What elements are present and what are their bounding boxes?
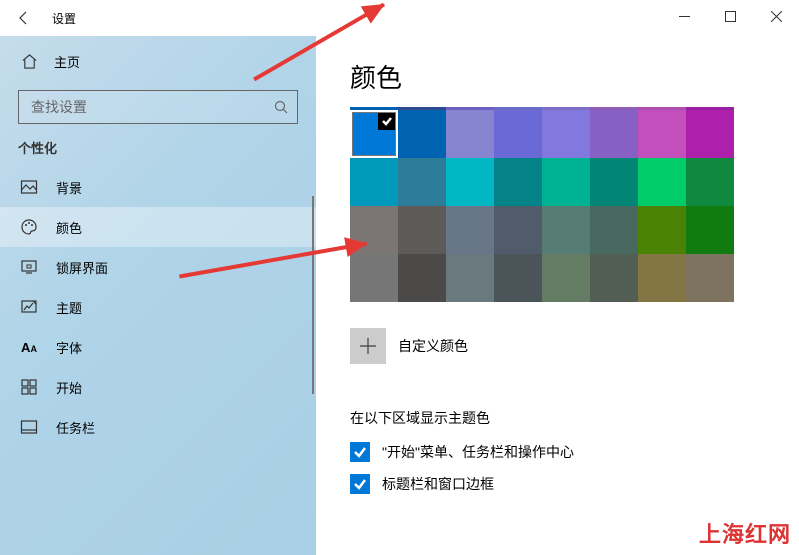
content-area: 颜色 自定义颜色 在以下区域显示主题色 "开始"菜单、任务栏和操作中心标题栏和窗…	[316, 36, 799, 555]
picture-icon	[20, 178, 38, 196]
color-swatch[interactable]	[542, 206, 590, 254]
color-swatch[interactable]	[494, 254, 542, 302]
palette-icon	[20, 218, 38, 236]
home-icon	[20, 52, 38, 70]
plus-icon	[359, 337, 377, 355]
color-swatch[interactable]	[542, 110, 590, 158]
color-swatch[interactable]	[590, 254, 638, 302]
sidebar-item-4[interactable]: AA 字体	[0, 327, 316, 367]
lockscreen-icon	[20, 258, 38, 276]
watermark: 上海红网	[699, 517, 791, 549]
sidebar-item-6[interactable]: 任务栏	[0, 407, 316, 447]
color-swatch-grid	[350, 110, 799, 302]
home-label: 主页	[54, 52, 80, 71]
color-swatch[interactable]	[350, 206, 398, 254]
color-swatch[interactable]	[590, 158, 638, 206]
color-swatch[interactable]	[350, 158, 398, 206]
color-swatch[interactable]	[638, 158, 686, 206]
window-title: 设置	[52, 10, 76, 27]
search-icon	[273, 99, 289, 115]
page-title: 颜色	[350, 58, 799, 95]
search-field[interactable]	[31, 99, 273, 115]
sidebar-item-label: 主题	[56, 298, 82, 317]
maximize-icon	[725, 11, 736, 22]
sidebar-item-1[interactable]: 颜色	[0, 207, 316, 247]
color-swatch[interactable]	[542, 254, 590, 302]
sidebar: 主页 个性化 背景颜色锁屏界面主题 AA 字体开始任务栏	[0, 36, 316, 555]
sidebar-scrollbar[interactable]	[312, 196, 314, 394]
sidebar-item-2[interactable]: 锁屏界面	[0, 247, 316, 287]
color-swatch[interactable]	[686, 206, 734, 254]
section-header: 个性化	[0, 138, 316, 167]
arrow-left-icon	[16, 10, 32, 26]
custom-color-label: 自定义颜色	[398, 336, 468, 356]
sidebar-item-label: 背景	[56, 178, 82, 197]
home-button[interactable]: 主页	[0, 42, 316, 80]
color-swatch[interactable]	[494, 206, 542, 254]
color-swatch[interactable]	[350, 254, 398, 302]
sidebar-item-label: 字体	[56, 338, 82, 357]
minimize-icon	[679, 11, 690, 22]
minimize-button[interactable]	[661, 0, 707, 32]
color-swatch[interactable]	[446, 206, 494, 254]
sidebar-item-label: 任务栏	[56, 418, 95, 437]
color-swatch[interactable]	[590, 110, 638, 158]
close-button[interactable]	[753, 0, 799, 32]
sidebar-item-5[interactable]: 开始	[0, 367, 316, 407]
color-swatch[interactable]	[638, 110, 686, 158]
taskbar-icon	[20, 418, 38, 436]
color-swatch[interactable]	[398, 110, 446, 158]
checkbox-label: 标题栏和窗口边框	[382, 474, 494, 494]
color-swatch[interactable]	[494, 158, 542, 206]
color-swatch[interactable]	[494, 110, 542, 158]
color-swatch[interactable]	[350, 110, 398, 158]
color-swatch[interactable]	[638, 254, 686, 302]
back-button[interactable]	[8, 2, 40, 34]
color-swatch[interactable]	[590, 206, 638, 254]
color-swatch[interactable]	[398, 158, 446, 206]
start-icon	[20, 378, 38, 396]
accent-heading: 在以下区域显示主题色	[350, 408, 799, 428]
color-swatch[interactable]	[398, 254, 446, 302]
sidebar-item-0[interactable]: 背景	[0, 167, 316, 207]
search-input[interactable]	[18, 90, 298, 124]
font-icon: AA	[20, 338, 38, 356]
custom-color-button[interactable]	[350, 328, 386, 364]
color-swatch[interactable]	[398, 206, 446, 254]
checkbox-0[interactable]	[350, 442, 370, 462]
sidebar-item-label: 开始	[56, 378, 82, 397]
color-swatch[interactable]	[446, 254, 494, 302]
maximize-button[interactable]	[707, 0, 753, 32]
color-swatch[interactable]	[542, 158, 590, 206]
color-swatch[interactable]	[686, 158, 734, 206]
checkbox-label: "开始"菜单、任务栏和操作中心	[382, 442, 574, 462]
checkbox-1[interactable]	[350, 474, 370, 494]
color-swatch[interactable]	[446, 110, 494, 158]
sidebar-item-label: 颜色	[56, 218, 82, 237]
color-swatch[interactable]	[686, 110, 734, 158]
color-swatch[interactable]	[446, 158, 494, 206]
theme-icon	[20, 298, 38, 316]
color-swatch[interactable]	[638, 206, 686, 254]
sidebar-item-3[interactable]: 主题	[0, 287, 316, 327]
sidebar-item-label: 锁屏界面	[56, 258, 108, 277]
color-swatch[interactable]	[686, 254, 734, 302]
close-icon	[771, 11, 782, 22]
